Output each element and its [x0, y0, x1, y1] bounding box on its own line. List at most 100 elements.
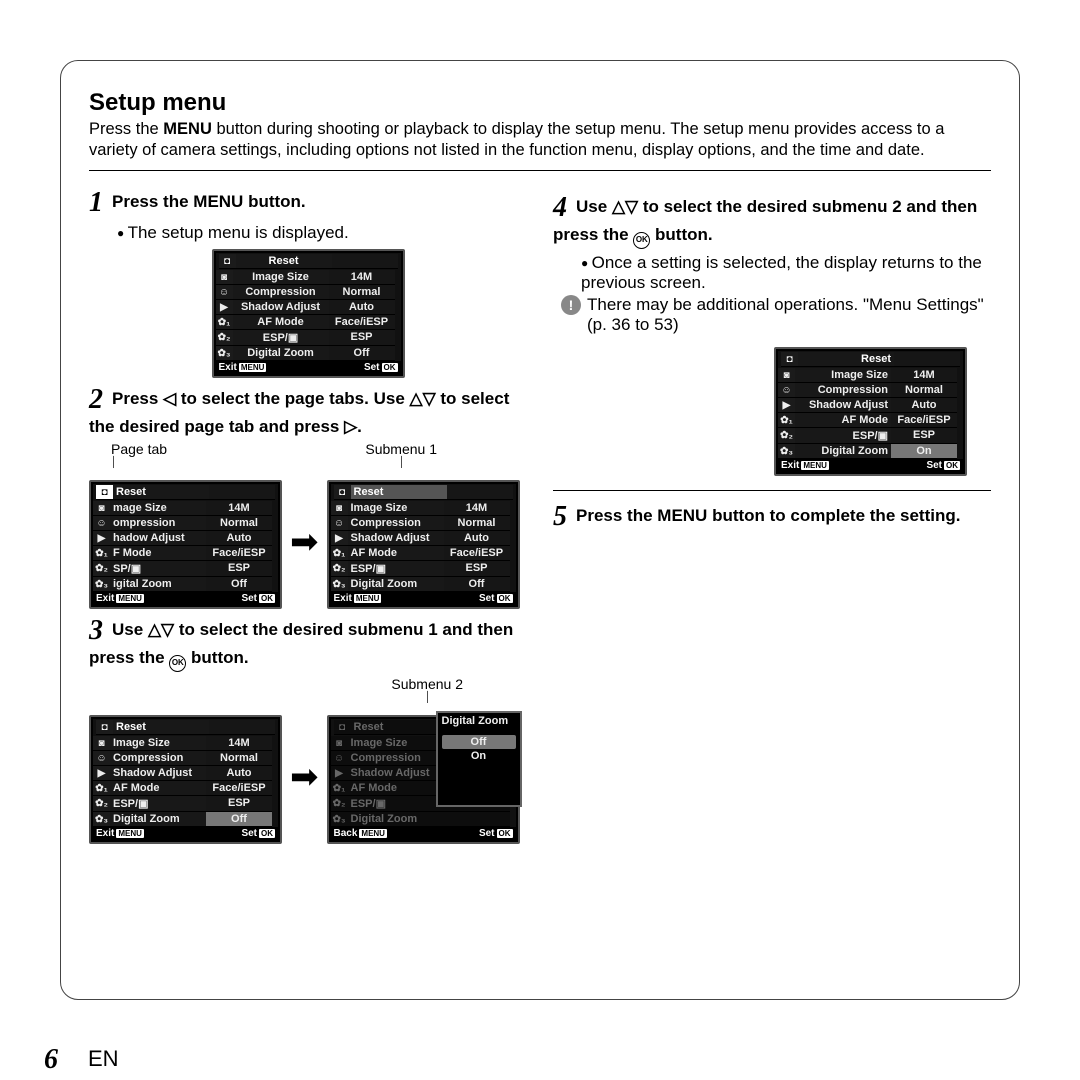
- step-1-number: 1: [89, 187, 103, 218]
- tab-icon: ▶: [778, 398, 795, 413]
- columns: 1 Press the MENU button. The setup menu …: [89, 181, 991, 844]
- menu-item-label: Shadow Adjust: [795, 398, 891, 413]
- step-4-title: Use △▽ to select the desired submenu 2 a…: [553, 197, 977, 244]
- screen-step1: ◘Reset ◙Image Size14M☺CompressionNormal▶…: [212, 249, 405, 378]
- tab-icon: ✿₁: [331, 781, 348, 796]
- popup-option: On: [442, 749, 516, 763]
- tab-icon: ✿₂: [93, 561, 110, 577]
- tab-icon: ◘: [781, 352, 798, 367]
- menu-item-value: Face/iESP: [891, 413, 957, 428]
- label-page-tab: Page tab: [111, 441, 167, 457]
- menu-item-value: Off: [206, 812, 272, 827]
- tab-icon: ◙: [778, 368, 795, 383]
- arrow-right-icon: ➡: [290, 525, 319, 559]
- menu-item-value: On: [891, 444, 957, 459]
- menu-item-label: Image Size: [348, 501, 444, 516]
- step-1: 1 Press the MENU button. The setup menu …: [89, 187, 527, 378]
- step-1-sub: The setup menu is displayed.: [117, 223, 527, 243]
- menu-item-label: hadow Adjust: [110, 531, 206, 546]
- tab-icon: ✿₁: [93, 781, 110, 796]
- tab-icon: ◙: [331, 501, 348, 516]
- tab-icon: ▶: [331, 531, 348, 546]
- step-4: 4 Use △▽ to select the desired submenu 2…: [553, 192, 991, 476]
- tab-icon: ✿₂: [778, 428, 795, 444]
- menu-item-value: Off: [206, 577, 272, 592]
- tab-icon: ◘: [96, 485, 113, 500]
- menu-item-value: 14M: [444, 501, 510, 516]
- tab-icon: ☺: [778, 383, 795, 398]
- tab-icon: ✿₁: [778, 413, 795, 428]
- right-triangle-icon: ▷: [344, 417, 357, 436]
- menu-item-label: Compression: [348, 516, 444, 531]
- tab-icon: ◘: [96, 720, 113, 735]
- menu-item-label: Image Size: [110, 736, 206, 751]
- menu-item-label: igital Zoom: [110, 577, 206, 592]
- step-4-number: 4: [553, 192, 567, 223]
- menu-item-label: AF Mode: [348, 546, 444, 561]
- tab-icon: ✿₃: [331, 577, 348, 592]
- down-triangle-icon: ▽: [625, 197, 638, 216]
- menu-item-value: Face/iESP: [206, 546, 272, 561]
- menu-item-label: Image Size: [348, 736, 444, 751]
- menu-item-value: 14M: [206, 501, 272, 516]
- step-2-number: 2: [89, 384, 103, 415]
- menu-item-label: Shadow Adjust: [348, 531, 444, 546]
- menu-item-label: Shadow Adjust: [233, 300, 329, 315]
- menu-item-value: Off: [444, 577, 510, 592]
- step-1-title: Press the MENU button.: [112, 192, 306, 211]
- screen-step2-left: ◘Reset ◙mage Size14M☺ompressionNormal▶ha…: [89, 480, 282, 609]
- tab-icon: ✿₂: [331, 561, 348, 577]
- tab-icon: ☺: [331, 751, 348, 766]
- menu-item-value: Normal: [206, 516, 272, 531]
- tab-icon: ▶: [93, 531, 110, 546]
- popup-title: Digital Zoom: [438, 713, 520, 729]
- menu-item-value: Normal: [206, 751, 272, 766]
- menu-item-label: SP/▣: [110, 561, 206, 577]
- menu-item-label: Compression: [233, 285, 329, 300]
- tab-icon: ☺: [93, 516, 110, 531]
- arrow-right-icon: ➡: [290, 760, 319, 794]
- menu-chip-icon: MENU: [239, 363, 267, 372]
- menu-item-value: Auto: [206, 766, 272, 781]
- tab-icon: ✿₃: [93, 577, 110, 592]
- label-submenu-2: Submenu 2: [391, 676, 463, 692]
- tab-icon: ✿₁: [216, 315, 233, 330]
- step-2-title: Press ◁ to select the page tabs. Use △▽ …: [89, 389, 509, 436]
- divider: [553, 490, 991, 491]
- menu-item-value: 14M: [891, 368, 957, 383]
- menu-item-label: Digital Zoom: [233, 346, 329, 361]
- screen-step3-left: ◘Reset ◙Image Size14M☺CompressionNormal▶…: [89, 715, 282, 844]
- step-5-number: 5: [553, 501, 567, 532]
- menu-item-value: Auto: [206, 531, 272, 546]
- menu-item-value: 14M: [206, 736, 272, 751]
- up-triangle-icon: △: [612, 197, 625, 216]
- menu-item-value: Face/iESP: [444, 546, 510, 561]
- ok-button-icon: OK: [169, 655, 186, 672]
- tab-icon: ☺: [331, 516, 348, 531]
- menu-item-label: Shadow Adjust: [348, 766, 444, 781]
- menu-item-label: F Mode: [110, 546, 206, 561]
- menu-item-label: Compression: [795, 383, 891, 398]
- tab-icon: ◙: [216, 270, 233, 285]
- menu-item-label: Compression: [348, 751, 444, 766]
- divider: [89, 170, 991, 171]
- tab-icon: ◙: [93, 736, 110, 751]
- intro-paragraph: Press the MENU button during shooting or…: [89, 119, 991, 160]
- menu-item-value: ESP: [206, 561, 272, 577]
- intro-menu-word: MENU: [163, 120, 212, 138]
- screen-step4: ◘Reset ◙Image Size14M☺CompressionNormal▶…: [774, 347, 967, 476]
- down-triangle-icon: ▽: [423, 389, 436, 408]
- left-triangle-icon: ◁: [163, 389, 176, 408]
- menu-item-label: Image Size: [795, 368, 891, 383]
- ok-button-icon: OK: [633, 232, 650, 249]
- step-5: 5 Press the MENU button to complete the …: [553, 501, 991, 533]
- tab-icon: ✿₂: [93, 796, 110, 812]
- intro-text-b: button during shooting or playback to di…: [89, 120, 944, 159]
- up-triangle-icon: △: [148, 620, 161, 639]
- step-4-note: ! There may be additional operations. "M…: [561, 295, 991, 335]
- step-3-number: 3: [89, 615, 103, 646]
- up-triangle-icon: △: [410, 389, 423, 408]
- column-left: 1 Press the MENU button. The setup menu …: [89, 181, 527, 844]
- content-frame: Setup menu Press the MENU button during …: [60, 60, 1020, 1000]
- label-submenu-1: Submenu 1: [365, 441, 437, 457]
